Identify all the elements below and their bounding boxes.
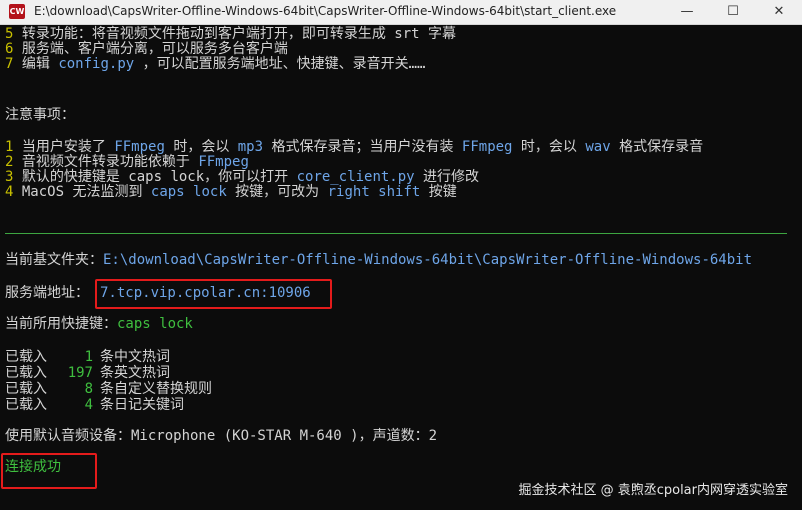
list-item: 5 转录功能：将音视频文件拖动到客户端打开，即可转录生成 srt 字幕 (5, 26, 456, 42)
list-item-text: FFmpeg (114, 139, 165, 155)
list-item: 1 当用户安装了 FFmpeg 时，会以 mp3 格式保存录音；当用户没有装 F… (5, 139, 703, 155)
list-item-text: 格式保存录音；当用户没有装 (263, 139, 462, 155)
list-item-text: config.py (58, 56, 135, 72)
maximize-icon: ☐ (727, 4, 739, 19)
list-item-text: right shift (327, 184, 421, 200)
list-item-text: 进行修改 (414, 169, 480, 185)
list-item: 3 默认的快捷键是 caps lock，你可以打开 core_client.py… (5, 169, 479, 185)
list-item-text: FFmpeg (198, 154, 249, 170)
connection-status-highlight-box (1, 453, 97, 489)
maximize-button[interactable]: ☐ (710, 0, 756, 24)
app-icon: CW (9, 4, 25, 19)
loaded-desc: 条中文热词 (100, 349, 170, 365)
divider-line (5, 233, 787, 234)
list-item-text: 时，会以 (512, 139, 586, 155)
list-item-text: MacOS 无法监测到 (21, 184, 151, 200)
shortcut-label: 当前所用快捷键： (5, 316, 117, 332)
title-bar: CW E:\download\CapsWriter-Offline-Window… (0, 0, 802, 25)
loaded-desc: 条自定义替换规则 (100, 381, 212, 397)
loaded-row: 已载入 197 条英文热词 (5, 365, 170, 381)
loaded-label: 已载入 (5, 397, 47, 413)
close-button[interactable]: ✕ (756, 0, 802, 24)
shortcut-line: 当前所用快捷键：caps lock (5, 316, 193, 332)
audio-device-line: 使用默认音频设备：Microphone (KO-STAR M-640 )，声道数… (5, 428, 438, 444)
loaded-count: 1 (84, 349, 93, 365)
list-item: 4 MacOS 无法监测到 caps lock 按键，可改为 right shi… (5, 184, 457, 200)
loaded-row: 已载入 4 条日记关键词 (5, 397, 184, 413)
loaded-count: 197 (67, 365, 93, 381)
minimize-button[interactable]: — (664, 0, 710, 24)
server-address-highlight-box (95, 279, 332, 309)
list-item-text: caps lock (150, 184, 227, 200)
loaded-label: 已载入 (5, 365, 47, 381)
shortcut-value: caps lock (117, 316, 193, 332)
list-item-text: wav (585, 139, 611, 155)
list-item-number: 7 (5, 56, 14, 72)
list-item-text: 按键，可改为 (226, 184, 328, 200)
list-item-text: 编辑 (21, 56, 59, 72)
loaded-row: 已载入 1 条中文热词 (5, 349, 170, 365)
loaded-count: 8 (84, 381, 93, 397)
list-item-text: 按键 (420, 184, 457, 200)
list-item: 6 服务端、客户端分离，可以服务多台客户端 (5, 41, 288, 57)
list-item-text: core_client.py (296, 169, 415, 185)
minimize-icon: — (680, 4, 694, 19)
console-output[interactable]: 5 转录功能：将音视频文件拖动到客户端打开，即可转录生成 srt 字幕 6 服务端… (0, 25, 802, 510)
base-dir-line: 当前基文件夹：E:\download\CapsWriter-Offline-Wi… (5, 252, 752, 268)
notes-heading: 注意事项： (5, 107, 75, 123)
close-icon: ✕ (773, 4, 785, 19)
loaded-label: 已载入 (5, 381, 47, 397)
list-item-text: mp3 (237, 139, 264, 155)
list-item-text: 转录功能：将音视频文件拖动到客户端打开，即可转录生成 srt 字幕 (21, 26, 457, 42)
list-item-number: 4 (5, 184, 14, 200)
list-item-text: 服务端、客户端分离，可以服务多台客户端 (21, 41, 288, 57)
list-item-number: 3 (5, 169, 14, 185)
list-item-text: ，可以配置服务端地址、快捷键、录音开关…… (134, 56, 426, 72)
list-item-number: 5 (5, 26, 14, 42)
window-title: E:\download\CapsWriter-Offline-Windows-6… (34, 4, 617, 18)
loaded-label: 已载入 (5, 349, 47, 365)
list-item-text: 时，会以 (164, 139, 238, 155)
list-item-text: FFmpeg (461, 139, 513, 155)
list-item: 2 音视频文件转录功能依赖于 FFmpeg (5, 154, 249, 170)
list-item: 7 编辑 config.py ，可以配置服务端地址、快捷键、录音开关…… (5, 56, 425, 72)
base-dir-value: E:\download\CapsWriter-Offline-Windows-6… (103, 252, 753, 268)
list-item-text: 格式保存录音 (610, 139, 704, 155)
list-item-text: 当用户安装了 (21, 139, 115, 155)
list-item-number: 2 (5, 154, 14, 170)
list-item-number: 6 (5, 41, 14, 57)
list-item-number: 1 (5, 139, 14, 155)
list-item-text: 音视频文件转录功能依赖于 (21, 154, 199, 170)
loaded-row: 已载入 8 条自定义替换规则 (5, 381, 212, 397)
base-dir-label: 当前基文件夹： (5, 252, 103, 268)
list-item-text: 默认的快捷键是 caps lock，你可以打开 (21, 169, 297, 185)
loaded-count: 4 (84, 397, 93, 413)
loaded-desc: 条英文热词 (100, 365, 170, 381)
server-label: 服务端地址： (5, 285, 89, 301)
loaded-desc: 条日记关键词 (100, 397, 184, 413)
watermark: 掘金技术社区 @ 袁煦丞cpolar内网穿透实验室 (518, 483, 788, 498)
